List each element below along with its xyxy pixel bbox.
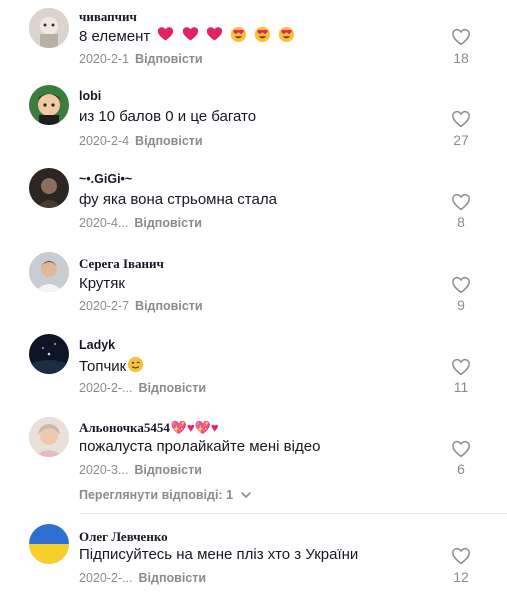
- username-text: Альоночка5454: [79, 420, 170, 435]
- heart-outline-icon[interactable]: [451, 358, 471, 376]
- comment-text-content: 8 елемент: [79, 28, 151, 45]
- reply-button[interactable]: Відповісти: [139, 381, 207, 395]
- comment-text: Підписуйтесь на мене пліз хто з України: [79, 546, 359, 563]
- avatar[interactable]: [29, 168, 69, 208]
- username[interactable]: ~•.GiGi•~: [79, 172, 132, 186]
- like-count: 27: [453, 132, 469, 148]
- reply-button[interactable]: Відповісти: [139, 571, 207, 585]
- like-count: 6: [457, 461, 465, 477]
- like-count: 9: [457, 297, 465, 313]
- comment-date: 2020-2-...: [79, 571, 133, 585]
- heart-outline-icon[interactable]: [451, 193, 471, 211]
- comment-date: 2020-2-...: [79, 381, 133, 395]
- chevron-down-icon: [240, 488, 251, 502]
- heart-eyes-emoji-icon: [230, 26, 247, 43]
- comment-date: 2020-4...: [79, 216, 129, 230]
- avatar[interactable]: [29, 524, 69, 564]
- comment-date: 2020-2-1: [79, 52, 130, 66]
- red-heart-emoji-icon: [157, 26, 174, 43]
- divider: [79, 513, 507, 514]
- comment-meta: 2020-3... Відповісти: [79, 463, 202, 477]
- red-heart-emoji-icon: [206, 26, 223, 43]
- red-heart-emoji-icon: [182, 26, 199, 43]
- reply-button[interactable]: Відповісти: [134, 463, 202, 477]
- reply-button[interactable]: Відповісти: [135, 299, 203, 313]
- reply-button[interactable]: Відповісти: [135, 134, 203, 148]
- like-count: 18: [453, 50, 469, 66]
- comment-meta: 2020-2-4 Відповісти: [79, 134, 203, 148]
- comment-text: Крутяк: [79, 275, 125, 292]
- heart-outline-icon[interactable]: [451, 276, 471, 294]
- username[interactable]: Ladyk: [79, 338, 115, 352]
- comment-meta: 2020-4... Відповісти: [79, 216, 202, 230]
- like-count: 11: [453, 379, 469, 395]
- username[interactable]: Олег Левченко: [79, 529, 168, 545]
- heart-outline-icon[interactable]: [451, 28, 471, 46]
- view-replies-label: Переглянути відповіді: 1: [79, 488, 234, 502]
- username[interactable]: Серега Іванич: [79, 256, 164, 272]
- comment-text: Топчик: [79, 356, 144, 375]
- like-count: 8: [457, 214, 465, 230]
- comment-text: из 10 балов 0 и це багато: [79, 108, 257, 125]
- avatar[interactable]: [29, 8, 69, 48]
- avatar[interactable]: [29, 252, 69, 292]
- avatar[interactable]: [29, 334, 69, 374]
- like-count: 12: [453, 569, 469, 585]
- comment-meta: 2020-2-1 Відповісти: [79, 52, 203, 66]
- comment-text: фу яка вона стрьомна стала: [79, 191, 277, 208]
- comment-date: 2020-2-4: [79, 134, 130, 148]
- view-replies-button[interactable]: Переглянути відповіді: 1: [79, 488, 251, 502]
- username[interactable]: Альоночка5454💖♥💖♥: [79, 420, 219, 436]
- heart-eyes-emoji-icon: [278, 26, 295, 43]
- comment-text: 8 елемент: [79, 26, 295, 45]
- reply-button[interactable]: Відповісти: [135, 52, 203, 66]
- avatar[interactable]: [29, 417, 69, 457]
- heart-outline-icon[interactable]: [451, 110, 471, 128]
- comment-text: пожалуста пролайкайте мені відео: [79, 438, 321, 455]
- heart-outline-icon[interactable]: [451, 440, 471, 458]
- comment-date: 2020-3...: [79, 463, 129, 477]
- comment-meta: 2020-2-... Відповісти: [79, 571, 206, 585]
- heart-outline-icon[interactable]: [451, 547, 471, 565]
- username[interactable]: чивапчич: [79, 9, 137, 25]
- comment-meta: 2020-2-7 Відповісти: [79, 299, 203, 313]
- winking-face-emoji-icon: [127, 356, 144, 373]
- username-emojis: 💖♥💖♥: [170, 420, 219, 435]
- heart-eyes-emoji-icon: [254, 26, 271, 43]
- username[interactable]: lobi: [79, 89, 101, 103]
- comment-meta: 2020-2-... Відповісти: [79, 381, 206, 395]
- comment-text-content: Топчик: [79, 358, 127, 375]
- comment-date: 2020-2-7: [79, 299, 130, 313]
- reply-button[interactable]: Відповісти: [134, 216, 202, 230]
- avatar[interactable]: [29, 85, 69, 125]
